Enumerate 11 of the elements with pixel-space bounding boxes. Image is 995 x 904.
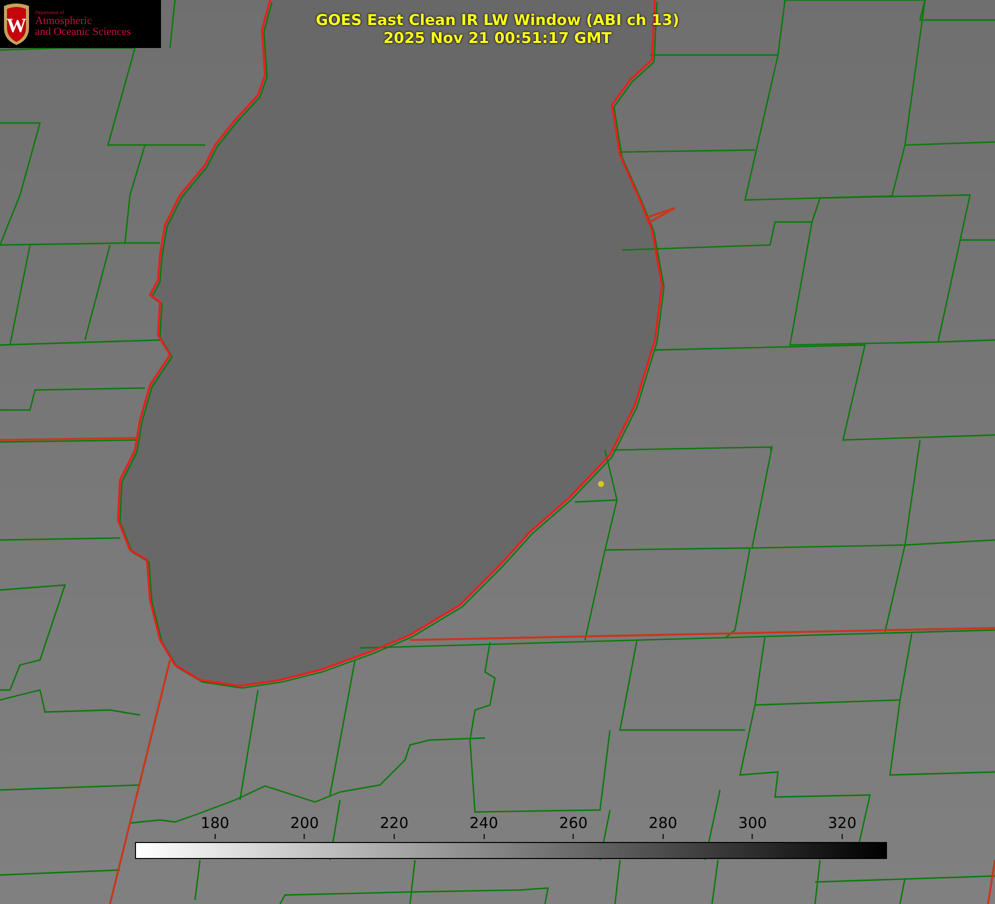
logo-text: Atmospheric [35,16,93,26]
tick-label: 260 [559,814,588,832]
tick-label: 280 [648,814,678,832]
tick-label: 200 [290,814,319,832]
tick-label: 300 [738,814,767,832]
tick-label: 320 [828,814,856,832]
logo-text: and Oceanic Sciences [35,26,131,38]
tick-label: 240 [469,814,498,832]
tick-label: 220 [380,814,408,832]
tick-label: 180 [200,814,230,832]
image-title: 2025 Nov 21 00:51:17 GMT [383,29,612,47]
